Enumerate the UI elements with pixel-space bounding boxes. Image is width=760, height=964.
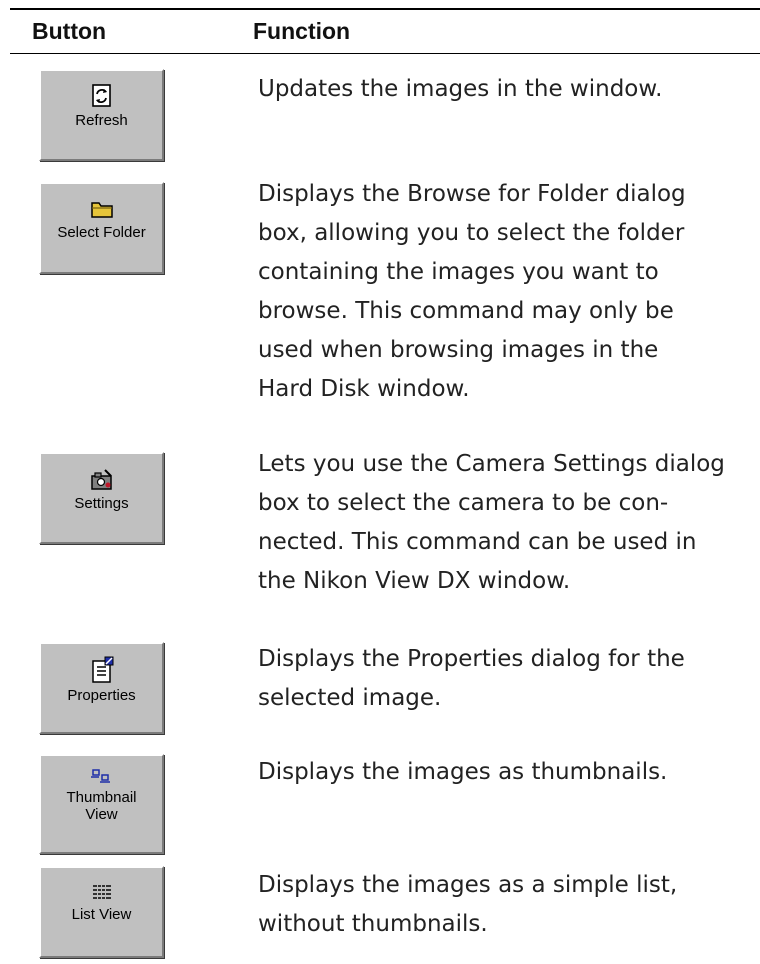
select-folder-button-label: Select Folder	[57, 224, 146, 241]
properties-icon	[91, 656, 113, 683]
settings-description: Lets you use the Camera Settings dialog …	[258, 451, 725, 594]
thumbnail-view-icon	[90, 769, 110, 783]
select-folder-description: Displays the Browse for Folder dialog bo…	[258, 181, 686, 402]
table-header-rule	[10, 53, 760, 54]
settings-button-label: Settings	[74, 495, 129, 512]
thumbnail-view-button[interactable]: Thumbnail View	[39, 754, 164, 854]
list-view-icon	[92, 884, 111, 900]
select-folder-button[interactable]: Select Folder	[39, 182, 164, 274]
table-top-rule	[10, 8, 760, 10]
list-view-description: Displays the images as a simple list, wi…	[258, 872, 678, 937]
refresh-button-label: Refresh	[75, 112, 128, 129]
settings-button[interactable]: Settings	[39, 452, 164, 544]
refresh-button[interactable]: Refresh	[39, 69, 164, 161]
refresh-description: Updates the images in the window.	[258, 76, 663, 102]
properties-button-label: Properties	[67, 687, 136, 704]
refresh-icon	[91, 84, 111, 107]
thumbnail-view-button-label: Thumbnail View	[66, 789, 137, 823]
properties-description: Displays the Properties dialog for the s…	[258, 646, 685, 711]
list-view-button[interactable]: List View	[39, 866, 164, 958]
properties-button[interactable]: Properties	[39, 642, 164, 734]
thumbnail-view-description: Displays the images as thumbnails.	[258, 759, 668, 785]
column-header-function: Function	[253, 18, 351, 44]
camera-settings-icon	[90, 469, 112, 490]
folder-icon	[90, 202, 113, 218]
list-view-button-label: List View	[71, 906, 132, 923]
column-header-button: Button	[32, 18, 107, 44]
